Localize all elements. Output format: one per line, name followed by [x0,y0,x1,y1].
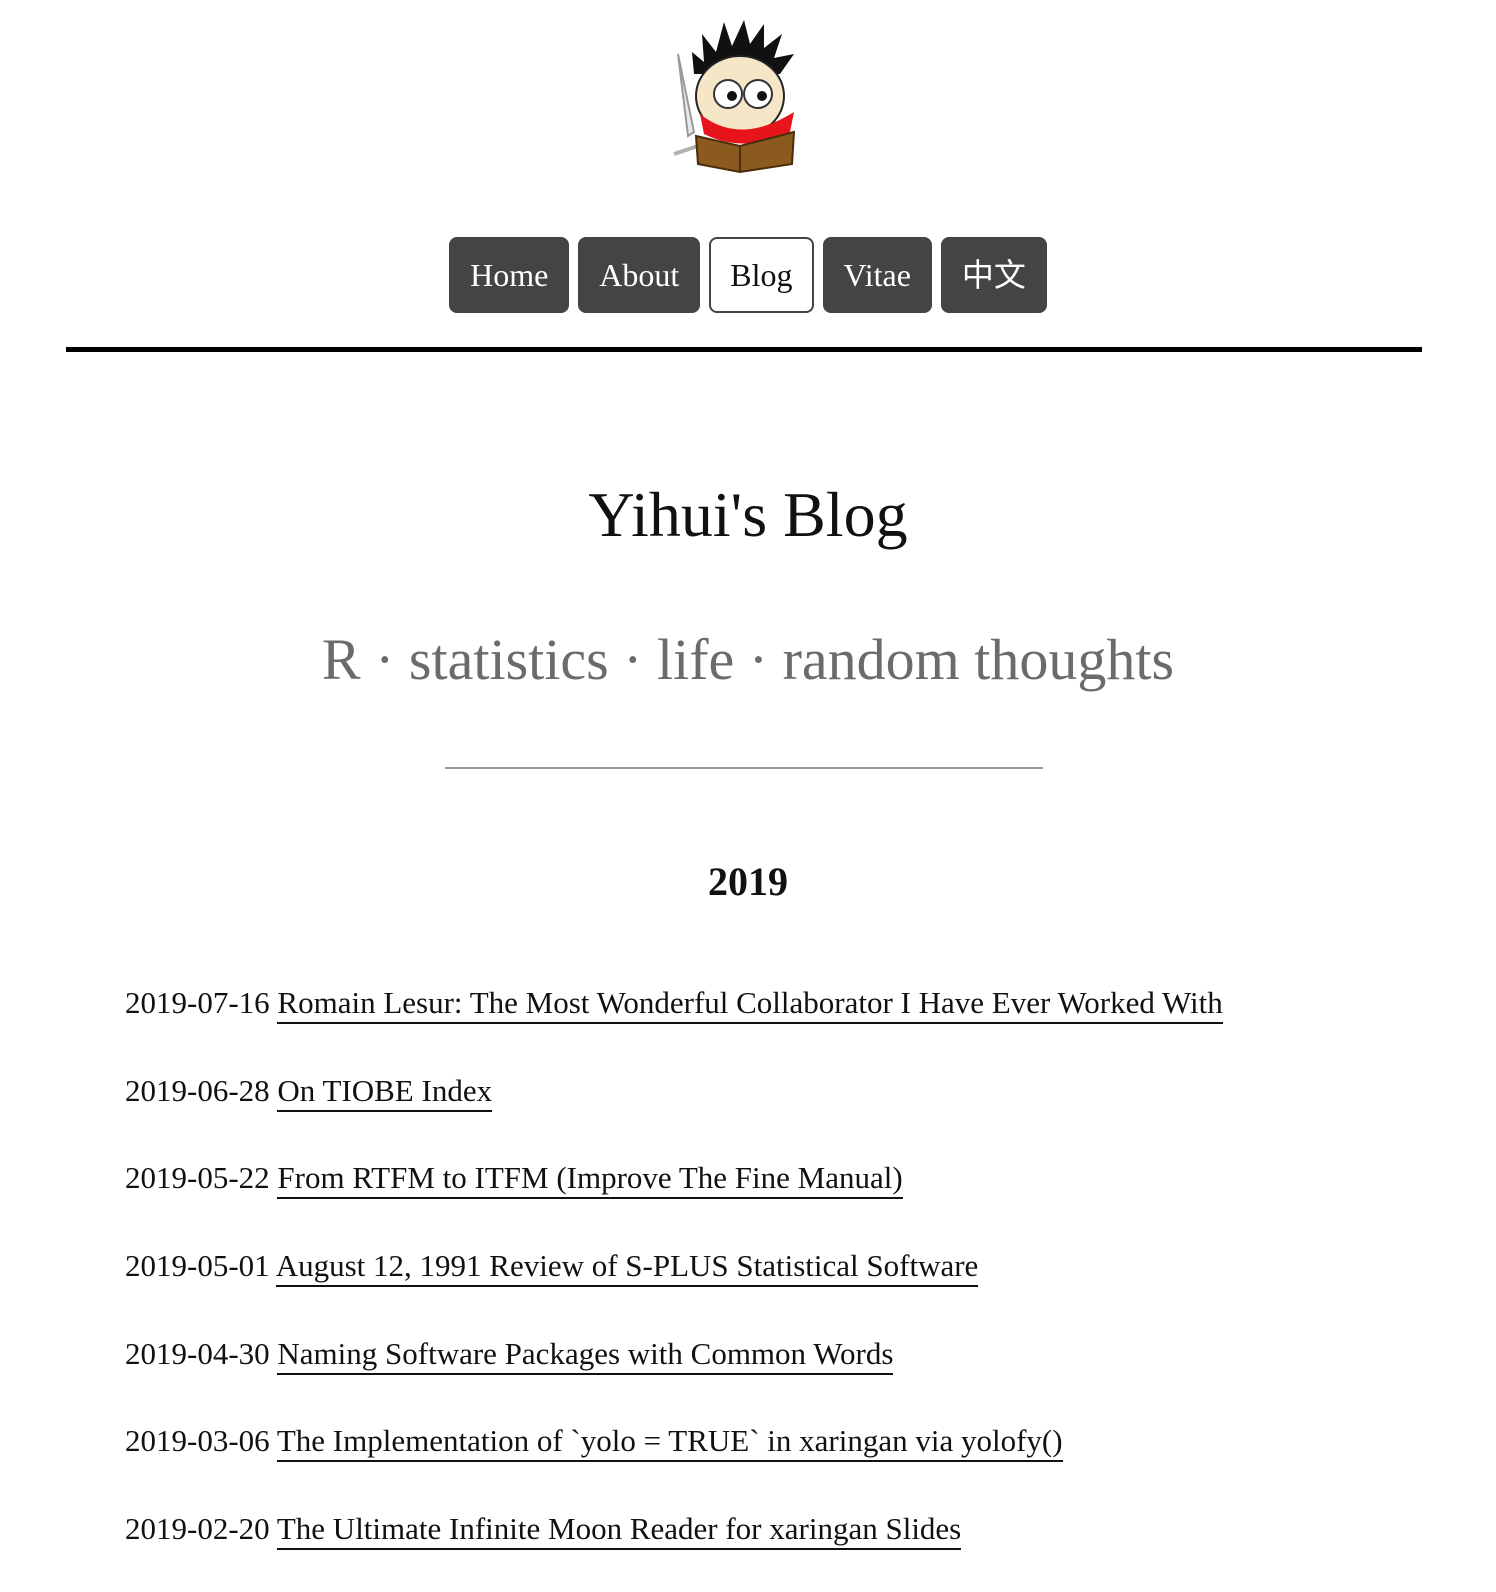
post-date: 2019-03-06 [125,1423,270,1459]
page-subtitle: R · statistics · life · random thoughts [321,627,1175,692]
post-link[interactable]: The Implementation of `yolo = TRUE` in x… [276,1423,1063,1463]
post-link[interactable]: On TIOBE Index [277,1072,493,1112]
nav-vitae[interactable]: Vitae [822,237,932,313]
post-link[interactable]: Romain Lesur: The Most Wonderful Collabo… [277,985,1223,1024]
post-date: 2019-05-01 [125,1248,270,1284]
post-link[interactable]: Naming Software Packages with Common Wor… [277,1335,894,1375]
post-link[interactable]: August 12, 1991 Review of S-PLUS Statist… [275,1248,979,1288]
list-item: 2019-05-01 August 12, 1991 Review of S-P… [125,1241,1425,1329]
header-divider [66,347,1422,352]
list-item: 2019-03-06 The Implementation of `yolo =… [125,1416,1425,1504]
post-link[interactable]: The Ultimate Infinite Moon Reader for xa… [276,1511,962,1551]
list-item: 2019-05-22 From RTFM to ITFM (Improve Th… [125,1153,1425,1241]
list-item: 2019-04-30 Naming Software Packages with… [125,1329,1425,1417]
post-date: 2019-07-16 [125,985,270,1020]
site-logo[interactable] [664,14,824,174]
archive-year-heading: 2019 [708,859,788,904]
post-date: 2019-02-20 [125,1511,270,1547]
list-item: 2019-07-16 Romain Lesur: The Most Wonder… [125,978,1425,1066]
post-date: 2019-04-30 [125,1335,270,1371]
nav-blog[interactable]: Blog [709,237,814,313]
reading-cartoon-avatar-icon [673,20,796,174]
list-item: 2019-06-28 On TIOBE Index [125,1066,1425,1154]
title-divider [445,767,1043,769]
nav-chinese[interactable]: 中文 [940,237,1047,313]
post-date: 2019-05-22 [125,1160,270,1196]
post-list: 2019-07-16 Romain Lesur: The Most Wonder… [125,978,1425,1592]
main-nav: Home About Blog Vitae 中文 [0,237,1496,313]
nav-about[interactable]: About [578,237,701,313]
page-title: Yihui's Blog [588,479,908,550]
post-link[interactable]: From RTFM to ITFM (Improve The Fine Manu… [277,1160,903,1200]
post-date: 2019-06-28 [125,1072,270,1108]
nav-home[interactable]: Home [449,237,570,313]
list-item: 2019-02-20 The Ultimate Infinite Moon Re… [125,1504,1425,1592]
